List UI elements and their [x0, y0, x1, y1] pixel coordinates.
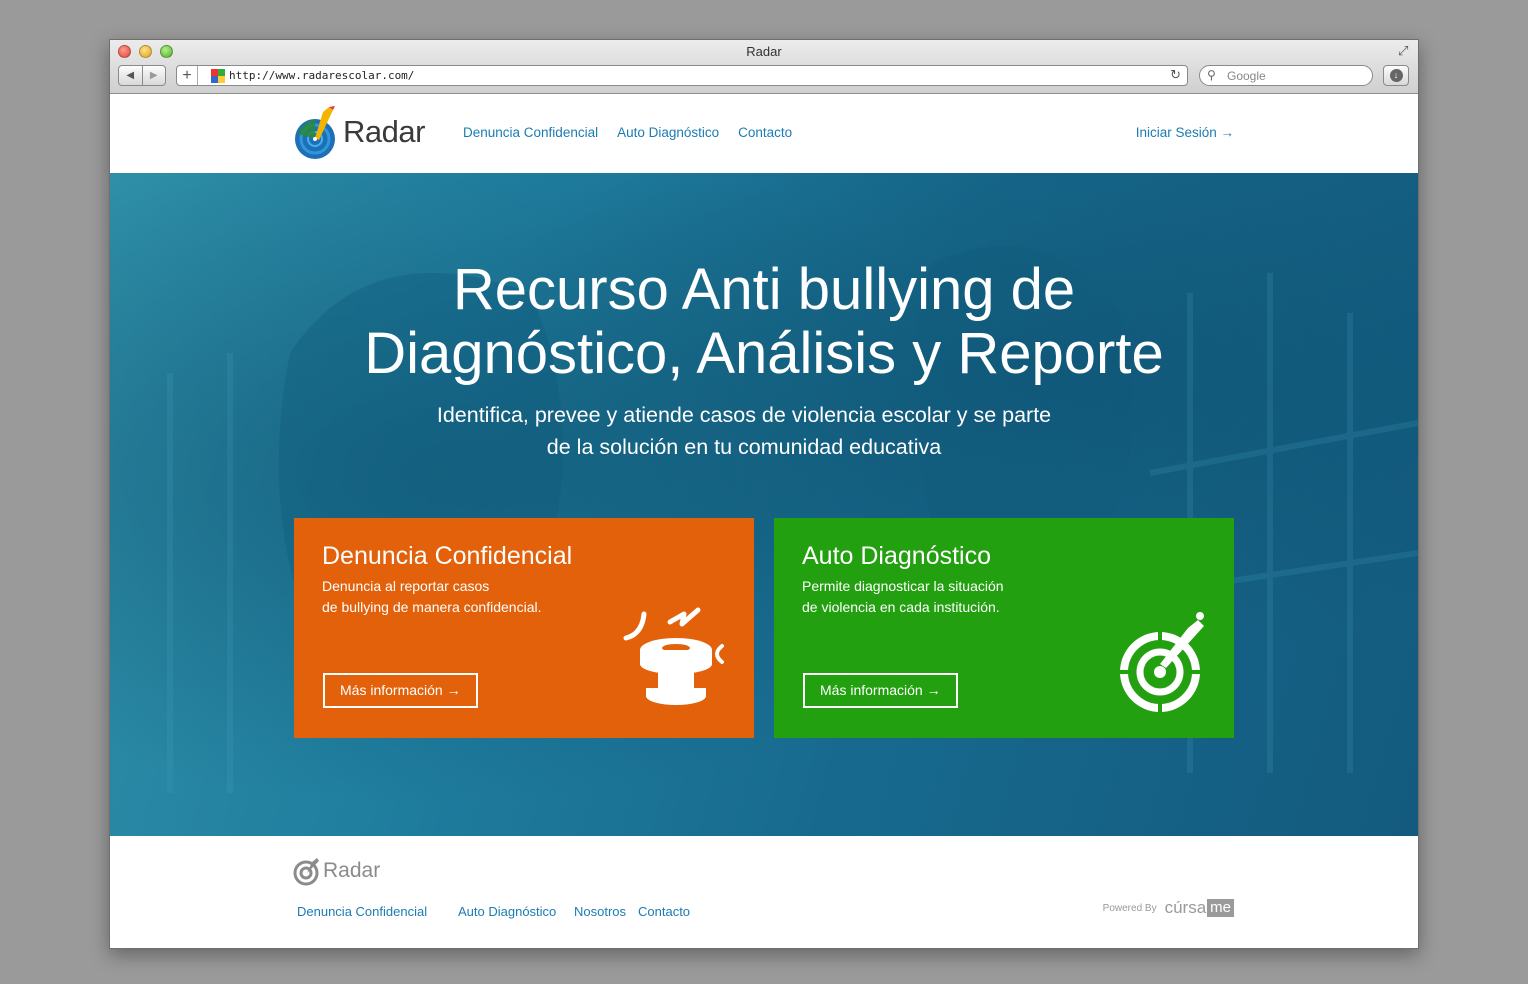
hero-section: Recurso Anti bullying de Diagnóstico, An…: [110, 173, 1418, 836]
autodiagnostico-card-title: Auto Diagnóstico: [802, 542, 992, 570]
address-bar[interactable]: + http://www.radarescolar.com/ ↻: [176, 65, 1188, 86]
cursame-logo-me: me: [1207, 899, 1234, 917]
search-placeholder: Google: [1227, 69, 1266, 83]
hero-subtitle-line-2: de la solución en tu comunidad educativa: [546, 435, 942, 459]
url-text: http://www.radarescolar.com/: [229, 69, 415, 82]
hero-subtitle-line-1: Identifica, prevee y atiende casos de vi…: [436, 403, 1052, 427]
denuncia-desc-line-2: de bullying de manera confidencial.: [322, 599, 542, 615]
site-favicon-icon: [211, 69, 225, 83]
cursame-logo[interactable]: cúrsa me: [1165, 898, 1234, 918]
window-title: Radar: [746, 44, 782, 59]
browser-window: Radar ⤢ ◀ ▶ + http://www.radarescolar.co…: [109, 39, 1419, 949]
login-link[interactable]: Iniciar Sesión →: [1136, 125, 1234, 140]
autodiagnostico-more-info-button[interactable]: Más información →: [803, 673, 958, 708]
add-bookmark-button[interactable]: +: [177, 65, 197, 86]
autodiagnostico-desc-line-2: de violencia en cada institución.: [802, 599, 1000, 615]
back-arrow-icon: ◀: [126, 70, 135, 81]
denuncia-desc-line-1: Denuncia al reportar casos: [322, 578, 490, 594]
hero-title-line-1: Recurso Anti bullying de: [452, 257, 1076, 322]
nav-denuncia-confidencial[interactable]: Denuncia Confidencial: [463, 125, 598, 140]
site-logo[interactable]: Radar: [293, 104, 425, 160]
history-buttons: ◀ ▶: [118, 65, 166, 86]
footer-radar-logo-icon: [293, 858, 319, 886]
footer-nav-denuncia-confidencial[interactable]: Denuncia Confidencial: [297, 904, 427, 919]
plus-icon: +: [182, 66, 192, 84]
forward-button[interactable]: ▶: [141, 66, 166, 85]
denuncia-card-description: Denuncia al reportar casos de bullying d…: [322, 576, 582, 618]
site-footer: Radar Denuncia Confidencial Auto Diagnós…: [110, 836, 1418, 948]
browser-chrome: Radar ⤢ ◀ ▶ + http://www.radarescolar.co…: [110, 40, 1418, 94]
powered-by-label: Powered By: [1102, 902, 1157, 914]
hero-title-line-2: Diagnóstico, Análisis y Reporte: [364, 321, 1164, 386]
search-field[interactable]: ⚲ Google: [1199, 65, 1373, 86]
radar-target-icon: [1118, 612, 1204, 714]
hero-subtitle: Identifica, prevee y atiende casos de vi…: [410, 399, 1078, 463]
download-arrow-icon: ↓: [1389, 69, 1403, 82]
footer-logo-text: Radar: [323, 859, 381, 882]
search-icon: ⚲: [1207, 68, 1216, 82]
radar-logo-icon: [295, 106, 335, 159]
denuncia-more-info-button[interactable]: Más información →: [323, 673, 478, 708]
cursame-logo-text: cúrsa: [1164, 898, 1207, 917]
nav-contacto[interactable]: Contacto: [738, 125, 792, 140]
footer-logo[interactable]: Radar: [293, 856, 380, 886]
powered-by: Powered By cúrsa me: [1103, 898, 1234, 918]
footer-nav-contacto[interactable]: Contacto: [638, 904, 690, 919]
back-button[interactable]: ◀: [119, 66, 142, 85]
fullscreen-icon[interactable]: ⤢: [1398, 44, 1412, 58]
autodiagnostico-card-description: Permite diagnosticar la situación de vio…: [802, 576, 1062, 618]
logo-text: Radar: [343, 114, 425, 149]
denuncia-card-title: Denuncia Confidencial: [322, 542, 573, 570]
main-nav: Denuncia Confidencial Auto Diagnóstico C…: [463, 125, 792, 140]
downloads-button[interactable]: ↓: [1383, 65, 1409, 86]
address-bar-divider: [197, 66, 198, 85]
site-header: Radar Denuncia Confidencial Auto Diagnós…: [110, 94, 1418, 173]
autodiagnostico-card: Auto Diagnóstico Permite diagnosticar la…: [774, 518, 1234, 738]
autodiagnostico-desc-line-1: Permite diagnosticar la situación: [802, 578, 1004, 594]
alarm-bell-icon: [623, 607, 724, 705]
hero-title: Recurso Anti bullying de Diagnóstico, An…: [110, 258, 1418, 386]
footer-nav-nosotros[interactable]: Nosotros: [574, 904, 626, 919]
denuncia-card: Denuncia Confidencial Denuncia al report…: [294, 518, 754, 738]
footer-nav-auto-diagnostico[interactable]: Auto Diagnóstico: [458, 904, 556, 919]
reload-icon[interactable]: ↻: [1170, 67, 1181, 83]
forward-arrow-icon: ▶: [149, 70, 158, 81]
nav-auto-diagnostico[interactable]: Auto Diagnóstico: [617, 125, 719, 140]
